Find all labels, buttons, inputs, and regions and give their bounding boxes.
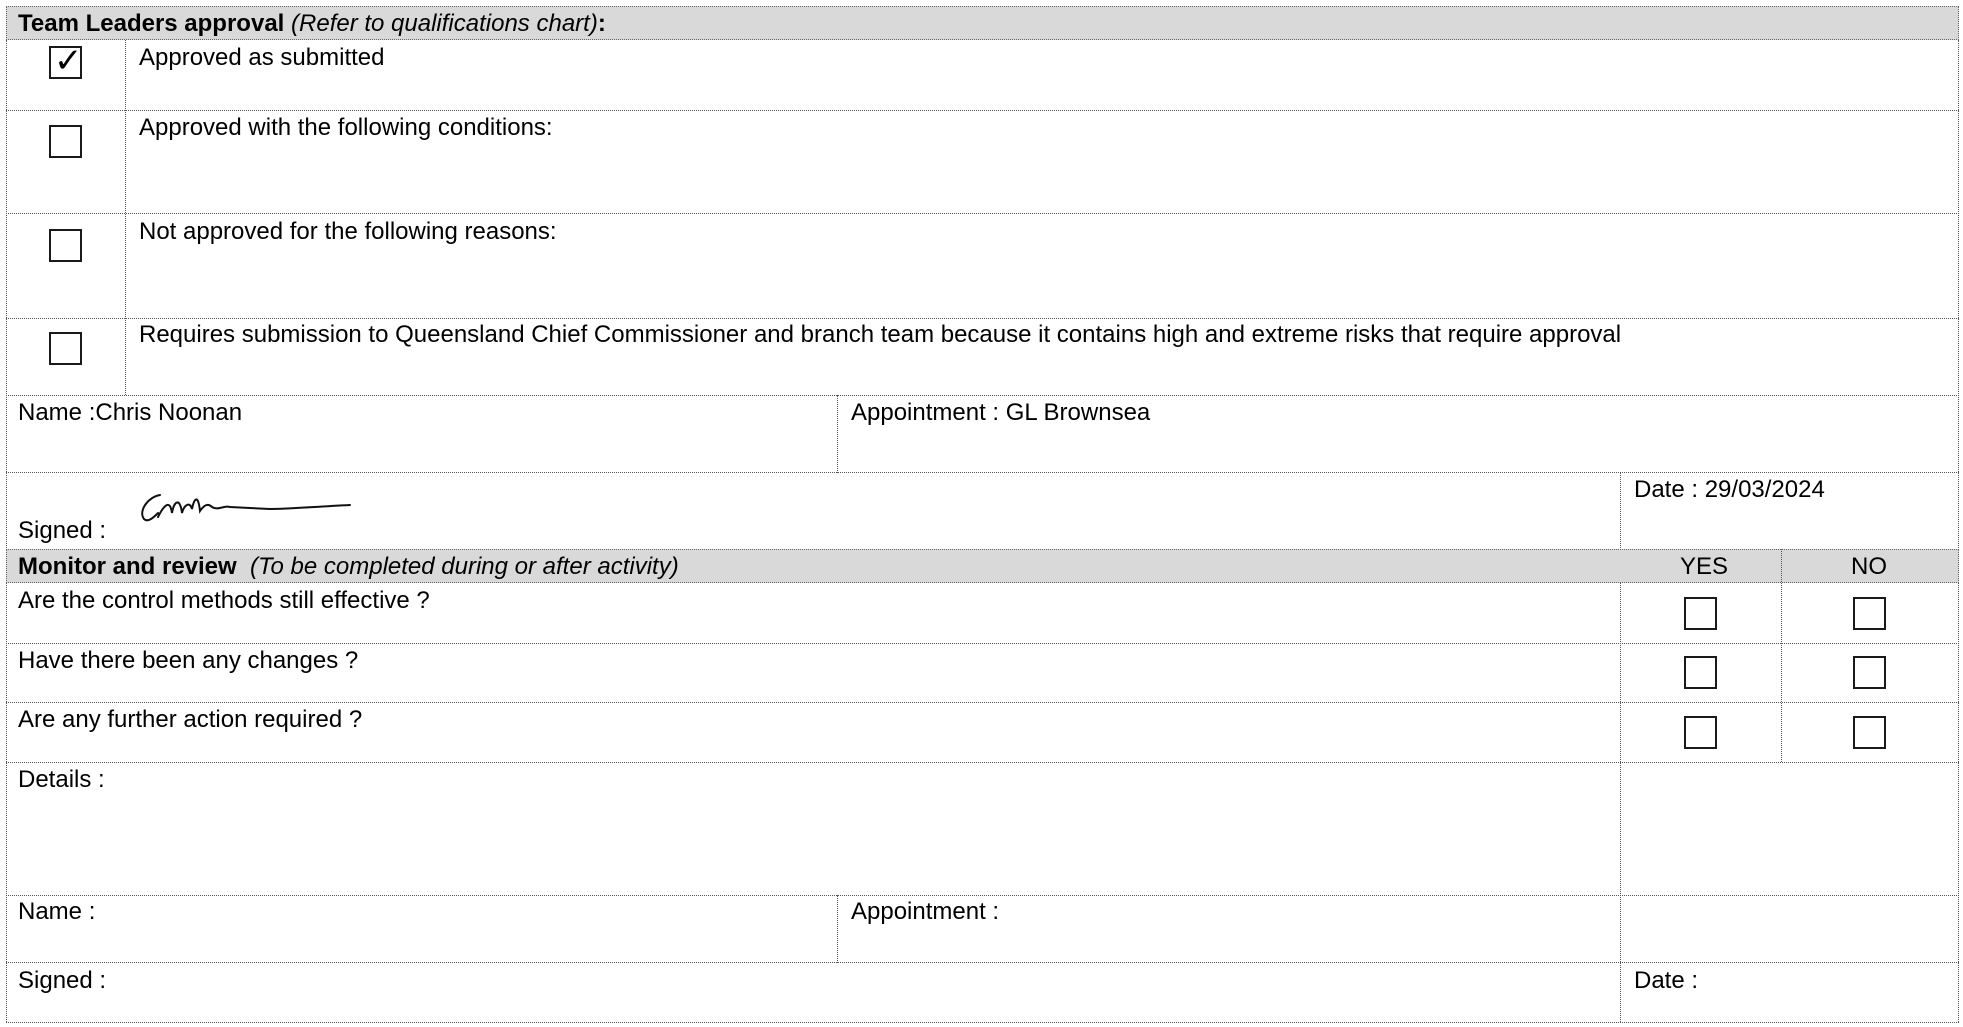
approval-date: Date : 29/03/2024 [1634,476,1825,503]
option-label: Approved as submitted [139,44,385,71]
q3-no-checkbox[interactable] [1853,716,1886,749]
option-divider [125,40,126,395]
approval-heading-title: Team Leaders approval [18,10,285,37]
row-line [6,110,1959,111]
monitor-heading: Monitor and review (To be completed duri… [18,553,679,581]
q1-yes-checkbox[interactable] [1684,597,1717,630]
q3-yes-checkbox[interactable] [1684,716,1717,749]
frame-left [6,40,7,1022]
row-line [6,472,1959,473]
row-line [6,643,1959,644]
signed-label: Signed : [18,517,107,544]
monitor-question: Are the control methods still effective … [18,587,430,614]
reviewer-name: Name : [18,898,96,925]
monitor-heading-note: (To be completed during or after activit… [250,553,679,580]
approved-as-submitted-checkbox[interactable]: ✓ [49,42,83,80]
option-label: Approved with the following conditions: [139,114,553,141]
approval-heading-colon: : [597,10,606,37]
row-line [6,762,1959,763]
monitor-question: Have there been any changes ? [18,647,359,674]
q2-yes-checkbox[interactable] [1684,656,1717,689]
details-label: Details : [18,766,105,793]
name-divider [837,895,838,963]
option-label: Requires submission to Queensland Chief … [139,321,1622,348]
checkmark-icon: ✓ [54,41,83,81]
monitor-heading-title: Monitor and review [18,553,237,580]
not-approved-checkbox[interactable] [49,229,82,262]
reviewer-appointment: Appointment : [851,898,1000,925]
q1-no-checkbox[interactable] [1853,597,1886,630]
yes-no-divider [1781,549,1782,762]
row-line [6,213,1959,214]
yes-column-header: YES [1680,553,1729,580]
reviewer-signed-label: Signed : [18,967,107,994]
details-area[interactable] [8,795,1956,893]
row-line [6,395,1959,396]
approval-heading: Team Leaders approval (Refer to qualific… [18,10,606,38]
approver-name: Name :Chris Noonan [18,399,243,426]
frame-right [1958,40,1959,1022]
row-line [6,318,1959,319]
requires-submission-checkbox[interactable] [49,332,82,365]
approver-appointment: Appointment : GL Brownsea [851,399,1151,426]
approved-with-conditions-checkbox[interactable] [49,125,82,158]
q2-no-checkbox[interactable] [1853,656,1886,689]
row-line [6,702,1959,703]
reviewer-date-label: Date : [1634,967,1699,994]
row-line [6,962,1959,963]
name-divider [837,395,838,473]
approval-heading-note: (Refer to qualifications chart) [291,10,598,37]
option-label: Not approved for the following reasons: [139,218,557,245]
row-line [6,1022,1959,1023]
no-column-header: NO [1851,553,1887,580]
signature-image [141,494,351,522]
row-line [6,895,1959,896]
monitor-question: Are any further action required ? [18,706,363,733]
